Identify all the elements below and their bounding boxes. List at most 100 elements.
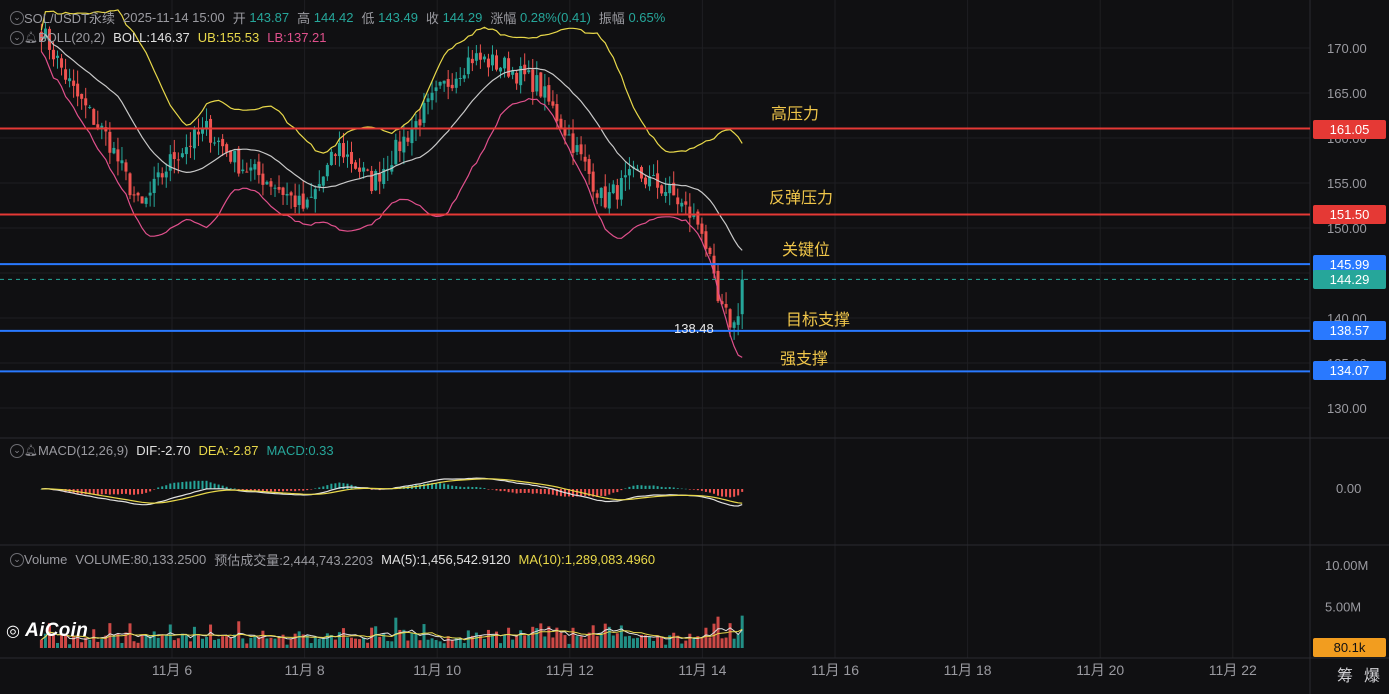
macd-bar <box>729 489 732 498</box>
candle-body <box>120 160 124 164</box>
candle-body <box>261 173 265 185</box>
volume-bar <box>140 635 144 648</box>
volume-bar <box>450 639 454 648</box>
volume-bar <box>430 638 434 648</box>
candle-body <box>124 162 128 172</box>
volume-bar <box>217 638 221 648</box>
volume-bar <box>595 636 599 648</box>
macd-bar <box>676 488 679 489</box>
candle-body <box>345 154 349 157</box>
volume-bar <box>229 638 233 648</box>
volume-bar <box>333 639 337 648</box>
candle-body <box>281 187 285 195</box>
volume-bar <box>499 643 503 648</box>
high-label: 高 <box>297 11 311 26</box>
bell-icon[interactable]: 🔔︎ <box>24 31 38 44</box>
candle-body <box>108 131 112 153</box>
candle-body <box>583 156 587 162</box>
candle-body <box>595 193 599 198</box>
macd-bar <box>624 488 627 489</box>
volume-bar <box>446 636 450 648</box>
candle-body <box>486 58 490 68</box>
candle-body <box>180 153 184 158</box>
volume-bar <box>200 638 204 648</box>
chart-canvas[interactable]: 130.00135.00140.00145.00150.00155.00160.… <box>0 0 1389 694</box>
volume-bar <box>394 617 398 648</box>
volume-bar <box>410 632 414 648</box>
candle-body <box>168 154 172 171</box>
macd-bar <box>628 486 631 489</box>
volume-bar <box>184 635 188 648</box>
candle-body <box>341 143 345 158</box>
candle-body <box>273 187 277 189</box>
candle-body <box>543 86 547 98</box>
macd-bar <box>515 489 518 494</box>
collapse-icon[interactable]: ⌄ <box>10 552 24 567</box>
volume-bar <box>591 625 595 648</box>
macd-bar <box>608 489 611 495</box>
volume-bar <box>192 626 196 648</box>
macd-bar <box>644 485 647 489</box>
volume-current-label: 80.1k <box>1313 638 1386 657</box>
candle-body <box>688 206 692 218</box>
low-price-marker: 138.48 <box>674 321 714 336</box>
candle-body <box>88 106 92 108</box>
candle-body <box>406 137 410 142</box>
volume-value: VOLUME:80,133.2500 <box>75 552 207 567</box>
macd-bar <box>584 489 587 496</box>
x-tick-label: 11月 14 <box>678 662 726 678</box>
macd-bar <box>265 489 268 492</box>
volume-bar <box>172 640 176 648</box>
volume-bar <box>740 615 744 648</box>
volume-bar <box>543 636 547 648</box>
candle-body <box>184 147 188 155</box>
macd-bar <box>290 489 293 491</box>
volume-bar <box>515 635 519 648</box>
macd-bar <box>479 487 482 489</box>
macd-bar <box>112 489 115 495</box>
datetime: 2025-11-14 15:00 <box>123 10 225 25</box>
liquidation-button[interactable]: 爆 <box>1364 662 1380 686</box>
volume-bar <box>269 637 273 648</box>
candle-body <box>354 162 358 169</box>
candle-body <box>531 69 535 92</box>
volume-bar <box>152 631 156 648</box>
volume-bar <box>732 638 736 648</box>
candle-body <box>519 66 523 86</box>
candle-body <box>728 309 732 328</box>
chip-button[interactable]: 筹 <box>1337 662 1353 686</box>
chart-background <box>0 0 1389 694</box>
candle <box>539 71 543 99</box>
macd-bar <box>471 487 474 489</box>
macd-bar <box>346 483 349 489</box>
annotation-high-pressure: 高压力 <box>771 106 820 123</box>
open-value: 143.87 <box>249 10 290 25</box>
collapse-icon[interactable]: ⌄ <box>10 30 24 45</box>
volume-bar <box>720 638 724 648</box>
aicoin-logo: ◎ AiCoin <box>6 620 88 642</box>
candle-body <box>426 98 430 102</box>
candle-body <box>72 80 76 86</box>
volume-bar <box>225 636 229 648</box>
annotation-strong-support: 强支撑 <box>780 351 829 368</box>
candle-body <box>736 316 740 325</box>
macd-bar <box>133 489 136 495</box>
candle-body <box>337 143 341 157</box>
candle-body <box>309 196 313 198</box>
macd-bar <box>725 489 728 497</box>
low-label: 低 <box>361 11 375 26</box>
y-tick-label: 165.00 <box>1327 86 1367 101</box>
bell-icon[interactable]: 🔔︎ <box>24 444 38 457</box>
macd-bar <box>463 487 466 489</box>
candle-body <box>68 78 72 82</box>
macd-value: MACD:0.33 <box>266 443 334 458</box>
collapse-icon[interactable]: ⌄ <box>10 443 24 458</box>
candle-body <box>567 134 571 136</box>
candle-body <box>454 78 458 88</box>
collapse-icon[interactable]: ⌄ <box>10 10 24 25</box>
candle-body <box>587 159 591 174</box>
macd-bar <box>664 487 667 489</box>
candle-body <box>269 181 273 187</box>
volume-bar <box>631 638 635 648</box>
macd-bar <box>696 489 699 491</box>
